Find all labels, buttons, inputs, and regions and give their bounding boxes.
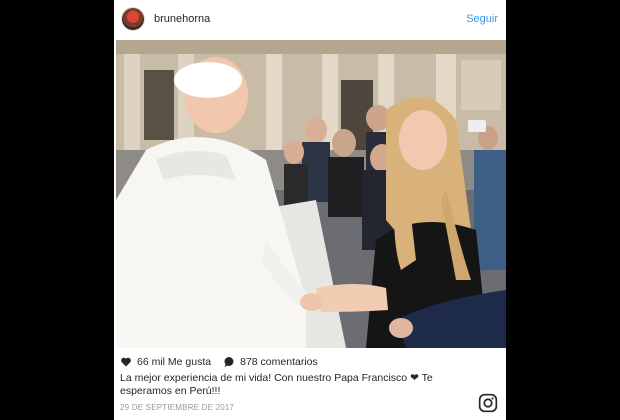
instagram-post-card: brunehorna Seguir 66 mil Me gusta 878 co…	[114, 0, 506, 420]
comments-count[interactable]: 878 comentarios	[240, 356, 318, 368]
caption-line-1: La mejor experiencia de mi vida! Con nue…	[120, 372, 433, 384]
username-link[interactable]: brunehorna	[154, 13, 210, 25]
comment-bubble-icon[interactable]	[223, 356, 235, 368]
likes-count[interactable]: 66 mil Me gusta	[137, 356, 211, 368]
profile-avatar[interactable]	[121, 7, 145, 31]
post-date: 29 DE SEPTIEMBRE DE 2017	[120, 403, 235, 412]
instagram-icon[interactable]	[478, 393, 498, 413]
photo-illustration	[116, 40, 506, 348]
post-header: brunehorna Seguir	[114, 0, 506, 40]
post-stats: 66 mil Me gusta 878 comentarios	[120, 355, 318, 369]
post-caption: La mejor experiencia de mi vida! Con nue…	[120, 372, 460, 398]
post-photo[interactable]	[116, 40, 506, 348]
follow-button[interactable]: Seguir	[466, 13, 498, 25]
heart-icon[interactable]	[120, 356, 132, 368]
caption-line-2: esperamos en Perú!!!	[120, 385, 221, 397]
